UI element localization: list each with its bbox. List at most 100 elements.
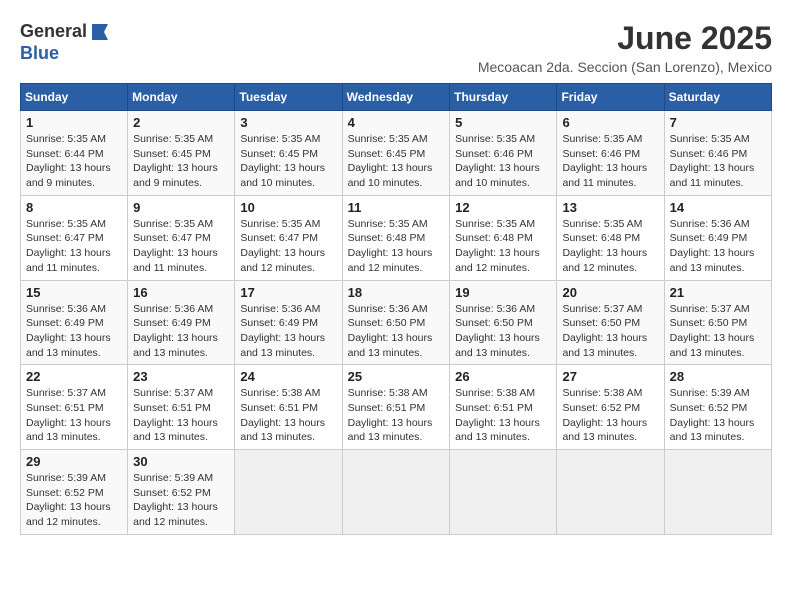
calendar-cell: 14 Sunrise: 5:36 AMSunset: 6:49 PMDayligh…	[664, 195, 771, 280]
calendar-cell	[664, 450, 771, 535]
calendar-cell: 10 Sunrise: 5:35 AMSunset: 6:47 PMDayligh…	[235, 195, 342, 280]
header: General Blue June 2025 Mecoacan 2da. Sec…	[20, 20, 772, 75]
col-saturday: Saturday	[664, 84, 771, 111]
calendar-header-row: Sunday Monday Tuesday Wednesday Thursday…	[21, 84, 772, 111]
day-info: Sunrise: 5:37 AMSunset: 6:50 PMDaylight:…	[562, 302, 658, 361]
day-info: Sunrise: 5:37 AMSunset: 6:51 PMDaylight:…	[133, 386, 229, 445]
day-info: Sunrise: 5:36 AMSunset: 6:50 PMDaylight:…	[455, 302, 551, 361]
col-sunday: Sunday	[21, 84, 128, 111]
calendar-cell: 28 Sunrise: 5:39 AMSunset: 6:52 PMDayligh…	[664, 365, 771, 450]
calendar-cell: 21Sunrise: 5:37 AMSunset: 6:50 PMDayligh…	[664, 280, 771, 365]
day-info: Sunrise: 5:38 AMSunset: 6:51 PMDaylight:…	[240, 386, 336, 445]
calendar-cell: 13 Sunrise: 5:35 AMSunset: 6:48 PMDayligh…	[557, 195, 664, 280]
day-info: Sunrise: 5:35 AMSunset: 6:44 PMDaylight:…	[26, 132, 122, 191]
day-number: 30	[133, 454, 229, 469]
calendar-week-row: 15 Sunrise: 5:36 AMSunset: 6:49 PMDayligh…	[21, 280, 772, 365]
day-number: 11	[348, 200, 445, 215]
day-info: Sunrise: 5:36 AMSunset: 6:49 PMDaylight:…	[670, 217, 766, 276]
day-number: 23	[133, 369, 229, 384]
day-info: Sunrise: 5:35 AMSunset: 6:46 PMDaylight:…	[562, 132, 658, 191]
day-info: Sunrise: 5:38 AMSunset: 6:51 PMDaylight:…	[348, 386, 445, 445]
day-number: 7	[670, 115, 766, 130]
day-number: 22	[26, 369, 122, 384]
calendar-cell: 26Sunrise: 5:38 AMSunset: 6:51 PMDayligh…	[450, 365, 557, 450]
day-info: Sunrise: 5:35 AMSunset: 6:48 PMDaylight:…	[562, 217, 658, 276]
day-number: 27	[562, 369, 658, 384]
day-number: 15	[26, 285, 122, 300]
calendar-cell: 1 Sunrise: 5:35 AMSunset: 6:44 PMDaylight…	[21, 111, 128, 196]
calendar-cell: 12 Sunrise: 5:35 AMSunset: 6:48 PMDayligh…	[450, 195, 557, 280]
calendar-cell: 22 Sunrise: 5:37 AMSunset: 6:51 PMDayligh…	[21, 365, 128, 450]
col-monday: Monday	[128, 84, 235, 111]
calendar-cell: 6 Sunrise: 5:35 AMSunset: 6:46 PMDaylight…	[557, 111, 664, 196]
day-info: Sunrise: 5:36 AMSunset: 6:49 PMDaylight:…	[26, 302, 122, 361]
calendar-cell: 29 Sunrise: 5:39 AMSunset: 6:52 PMDayligh…	[21, 450, 128, 535]
calendar-week-row: 22 Sunrise: 5:37 AMSunset: 6:51 PMDayligh…	[21, 365, 772, 450]
calendar-cell: 19 Sunrise: 5:36 AMSunset: 6:50 PMDayligh…	[450, 280, 557, 365]
day-info: Sunrise: 5:39 AMSunset: 6:52 PMDaylight:…	[670, 386, 766, 445]
calendar-cell	[342, 450, 450, 535]
calendar-cell: 11Sunrise: 5:35 AMSunset: 6:48 PMDayligh…	[342, 195, 450, 280]
logo-general-text: General	[20, 21, 87, 41]
day-number: 12	[455, 200, 551, 215]
col-wednesday: Wednesday	[342, 84, 450, 111]
day-info: Sunrise: 5:35 AMSunset: 6:48 PMDaylight:…	[455, 217, 551, 276]
calendar-cell	[557, 450, 664, 535]
day-info: Sunrise: 5:37 AMSunset: 6:51 PMDaylight:…	[26, 386, 122, 445]
col-tuesday: Tuesday	[235, 84, 342, 111]
calendar-cell: 23 Sunrise: 5:37 AMSunset: 6:51 PMDayligh…	[128, 365, 235, 450]
day-number: 19	[455, 285, 551, 300]
calendar: Sunday Monday Tuesday Wednesday Thursday…	[20, 83, 772, 535]
day-info: Sunrise: 5:36 AMSunset: 6:49 PMDaylight:…	[133, 302, 229, 361]
day-info: Sunrise: 5:37 AMSunset: 6:50 PMDaylight:…	[670, 302, 766, 361]
day-number: 18	[348, 285, 445, 300]
day-info: Sunrise: 5:38 AMSunset: 6:52 PMDaylight:…	[562, 386, 658, 445]
day-number: 1	[26, 115, 122, 130]
day-number: 29	[26, 454, 122, 469]
calendar-cell	[235, 450, 342, 535]
calendar-cell: 25 Sunrise: 5:38 AMSunset: 6:51 PMDayligh…	[342, 365, 450, 450]
calendar-cell: 2 Sunrise: 5:35 AMSunset: 6:45 PMDaylight…	[128, 111, 235, 196]
day-info: Sunrise: 5:36 AMSunset: 6:49 PMDaylight:…	[240, 302, 336, 361]
day-number: 16	[133, 285, 229, 300]
day-number: 25	[348, 369, 445, 384]
day-info: Sunrise: 5:35 AMSunset: 6:45 PMDaylight:…	[133, 132, 229, 191]
logo: General Blue	[20, 20, 113, 64]
day-number: 14	[670, 200, 766, 215]
calendar-week-row: 8 Sunrise: 5:35 AMSunset: 6:47 PMDaylight…	[21, 195, 772, 280]
day-number: 10	[240, 200, 336, 215]
calendar-cell: 15 Sunrise: 5:36 AMSunset: 6:49 PMDayligh…	[21, 280, 128, 365]
day-number: 2	[133, 115, 229, 130]
calendar-cell: 30 Sunrise: 5:39 AMSunset: 6:52 PMDayligh…	[128, 450, 235, 535]
day-info: Sunrise: 5:35 AMSunset: 6:46 PMDaylight:…	[670, 132, 766, 191]
day-info: Sunrise: 5:35 AMSunset: 6:47 PMDaylight:…	[133, 217, 229, 276]
col-thursday: Thursday	[450, 84, 557, 111]
calendar-cell: 24Sunrise: 5:38 AMSunset: 6:51 PMDayligh…	[235, 365, 342, 450]
day-number: 20	[562, 285, 658, 300]
calendar-week-row: 1 Sunrise: 5:35 AMSunset: 6:44 PMDaylight…	[21, 111, 772, 196]
day-number: 28	[670, 369, 766, 384]
col-friday: Friday	[557, 84, 664, 111]
calendar-cell: 27 Sunrise: 5:38 AMSunset: 6:52 PMDayligh…	[557, 365, 664, 450]
day-number: 8	[26, 200, 122, 215]
day-info: Sunrise: 5:35 AMSunset: 6:45 PMDaylight:…	[348, 132, 445, 191]
calendar-cell: 4 Sunrise: 5:35 AMSunset: 6:45 PMDaylight…	[342, 111, 450, 196]
day-info: Sunrise: 5:35 AMSunset: 6:47 PMDaylight:…	[240, 217, 336, 276]
day-info: Sunrise: 5:35 AMSunset: 6:46 PMDaylight:…	[455, 132, 551, 191]
subtitle: Mecoacan 2da. Seccion (San Lorenzo), Mex…	[478, 59, 772, 75]
day-info: Sunrise: 5:35 AMSunset: 6:47 PMDaylight:…	[26, 217, 122, 276]
logo-flag-icon	[88, 20, 112, 44]
day-number: 3	[240, 115, 336, 130]
day-number: 4	[348, 115, 445, 130]
calendar-cell: 7 Sunrise: 5:35 AMSunset: 6:46 PMDaylight…	[664, 111, 771, 196]
day-info: Sunrise: 5:39 AMSunset: 6:52 PMDaylight:…	[26, 471, 122, 530]
calendar-cell: 3Sunrise: 5:35 AMSunset: 6:45 PMDaylight…	[235, 111, 342, 196]
calendar-cell: 8 Sunrise: 5:35 AMSunset: 6:47 PMDaylight…	[21, 195, 128, 280]
day-number: 13	[562, 200, 658, 215]
day-number: 17	[240, 285, 336, 300]
day-number: 6	[562, 115, 658, 130]
calendar-cell: 16 Sunrise: 5:36 AMSunset: 6:49 PMDayligh…	[128, 280, 235, 365]
day-info: Sunrise: 5:39 AMSunset: 6:52 PMDaylight:…	[133, 471, 229, 530]
calendar-cell: 20 Sunrise: 5:37 AMSunset: 6:50 PMDayligh…	[557, 280, 664, 365]
day-info: Sunrise: 5:38 AMSunset: 6:51 PMDaylight:…	[455, 386, 551, 445]
